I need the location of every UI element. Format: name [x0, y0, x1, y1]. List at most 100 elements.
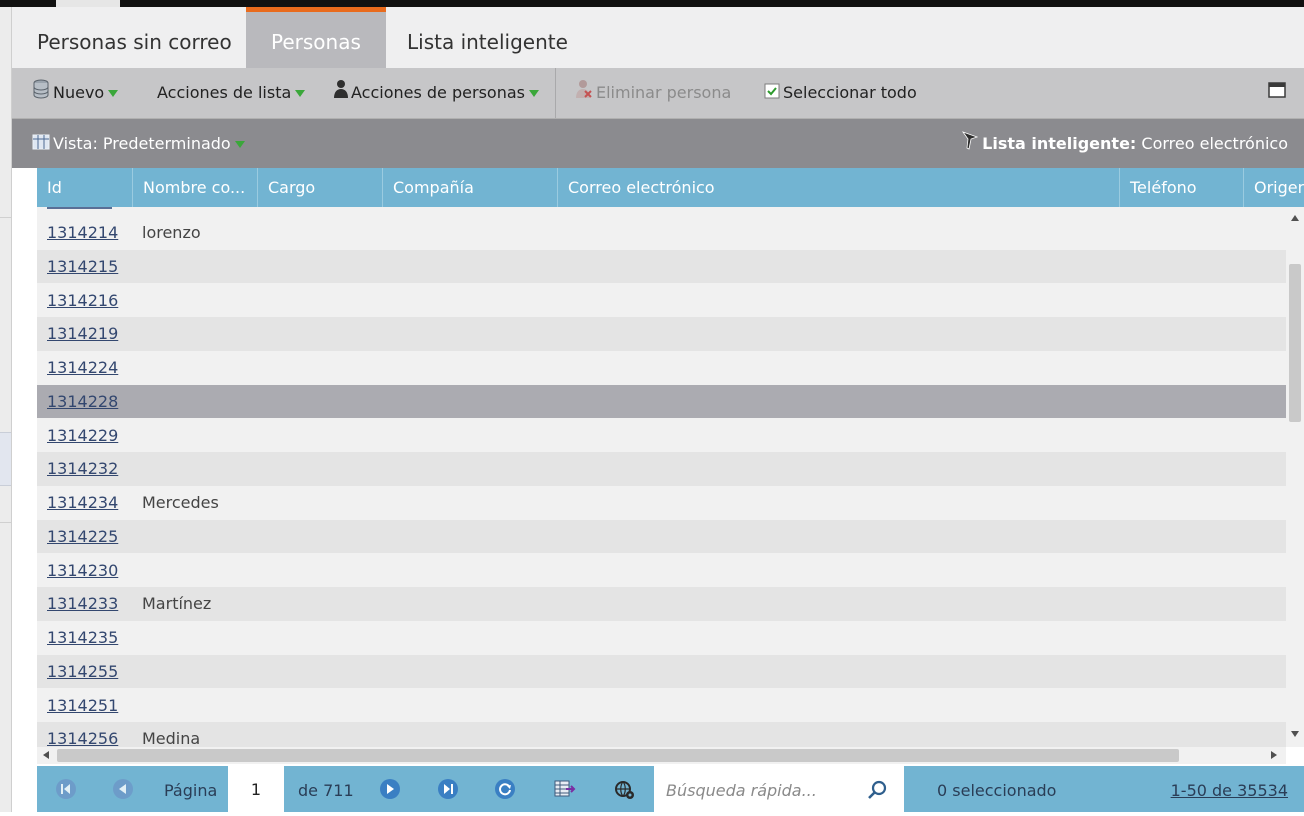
page-number-input[interactable] [228, 766, 284, 812]
column-header-compania[interactable]: Compañía [383, 168, 558, 207]
vertical-scroll-thumb[interactable] [1289, 264, 1301, 422]
left-panel-divider [0, 522, 11, 523]
settings-button[interactable] [614, 779, 634, 799]
tab-personas[interactable]: Personas [246, 7, 386, 68]
row-id-link[interactable]: 1314225 [47, 520, 118, 554]
last-page-button[interactable] [438, 779, 458, 799]
search-icon[interactable] [867, 779, 889, 805]
table-row[interactable]: 1314234 Mercedes [37, 486, 1286, 520]
list-actions-button[interactable]: Acciones de lista [157, 68, 306, 118]
row-id-link[interactable]: 1314229 [47, 419, 118, 453]
table-row[interactable]: 1314230 [37, 553, 1286, 588]
toolbar: Nuevo Acciones de lista Acciones de pers… [12, 68, 1304, 119]
table-row[interactable]: 1314229 [37, 418, 1286, 453]
table-row[interactable]: 1314233 Martínez [37, 587, 1286, 621]
row-id-link[interactable]: 1314234 [47, 486, 118, 520]
table-row[interactable]: 1314225 [37, 519, 1286, 554]
page-total-label: de 711 [298, 781, 354, 800]
table-row[interactable]: 1314251 [37, 688, 1286, 723]
row-id-link[interactable]: 1314224 [47, 351, 118, 385]
table-row[interactable]: 1314216 [37, 283, 1286, 318]
table-row[interactable]: 1314235 [37, 621, 1286, 655]
next-page-button[interactable] [380, 779, 400, 799]
table-row[interactable]: 1314255 [37, 654, 1286, 689]
person-actions-label: Acciones de personas [351, 83, 525, 102]
person-actions-button[interactable]: Acciones de personas [334, 68, 539, 118]
smart-list-prefix: Lista inteligente: [982, 134, 1137, 153]
table-row[interactable]: 1314232 [37, 452, 1286, 486]
gear-globe-icon [615, 781, 634, 799]
row-id-link[interactable]: 1314219 [47, 317, 118, 351]
previous-page-button[interactable] [113, 779, 133, 799]
maximize-button[interactable] [1268, 68, 1289, 118]
row-id-link[interactable]: 1314251 [47, 689, 118, 723]
row-id-link[interactable]: 1314255 [47, 655, 118, 689]
export-table-icon [554, 780, 576, 797]
table-row[interactable]: 1314228 [37, 384, 1286, 419]
horizontal-scroll-thumb[interactable] [57, 749, 1179, 762]
row-id-link[interactable]: 1314232 [47, 452, 118, 486]
new-button-label: Nuevo [53, 83, 105, 102]
table-row[interactable]: 1314224 [37, 351, 1286, 385]
scroll-up-arrow-icon[interactable] [1291, 215, 1299, 221]
previous-page-icon [113, 779, 133, 799]
dropdown-caret-icon [234, 141, 245, 148]
funnel-icon [961, 120, 979, 169]
view-selector[interactable]: Vista: Predeterminado [32, 119, 245, 168]
vertical-scrollbar[interactable] [1286, 207, 1304, 747]
table-row[interactable]: 1314215 [37, 249, 1286, 284]
column-header-cargo[interactable]: Cargo [258, 168, 383, 207]
new-button[interactable]: Nuevo [32, 68, 119, 118]
first-page-button[interactable] [56, 779, 76, 799]
quick-search-input[interactable] [654, 766, 873, 814]
delete-person-icon [575, 69, 593, 119]
row-id-link[interactable]: 1314235 [47, 621, 118, 655]
select-all-button[interactable]: Seleccionar todo [764, 68, 917, 118]
row-id-link[interactable]: 1314230 [47, 554, 118, 588]
left-panel-highlight [0, 432, 11, 486]
record-range-link[interactable]: 1-50 de 35534 [1171, 766, 1288, 812]
column-header-telefono[interactable]: Teléfono [1120, 168, 1244, 207]
refresh-button[interactable] [495, 779, 515, 799]
delete-person-label: Eliminar persona [596, 83, 732, 102]
refresh-icon [495, 779, 515, 799]
next-page-icon [380, 779, 400, 799]
row-id-link[interactable]: 1314214 [47, 216, 118, 250]
selected-count: 0 seleccionado [937, 781, 1057, 800]
scroll-right-arrow-icon[interactable] [1271, 751, 1277, 759]
tab-personas-sin-correo[interactable]: Personas sin correo [12, 7, 257, 68]
row-id-link[interactable]: 1314216 [47, 284, 118, 318]
select-all-label: Seleccionar todo [783, 83, 917, 102]
browser-tab-indicator [56, 0, 120, 7]
row-id-link[interactable]: 1314215 [47, 250, 118, 284]
tab-bar: Personas sin correo Personas Lista intel… [12, 7, 1304, 68]
view-bar: Vista: Predeterminado Lista inteligente:… [12, 119, 1304, 168]
scroll-down-arrow-icon[interactable] [1291, 731, 1299, 737]
column-header-email[interactable]: Correo electrónico [558, 168, 1120, 207]
grid-header: Id Nombre co... Cargo Compañía Correo el… [37, 168, 1304, 207]
person-icon [334, 69, 348, 119]
column-header-origen[interactable]: Origen [1244, 168, 1304, 207]
toolbar-divider [555, 68, 556, 118]
row-name-cell: Martínez [142, 594, 212, 614]
table-row[interactable]: 1314214 lorenzo [37, 216, 1286, 250]
tab-lista-inteligente[interactable]: Lista inteligente [382, 7, 593, 68]
window-top-bar [0, 0, 1304, 7]
row-id-link[interactable]: 1314256 [47, 722, 118, 747]
table-row[interactable]: 1314219 [37, 317, 1286, 351]
column-header-id[interactable]: Id [37, 168, 133, 207]
left-panel-divider [0, 217, 11, 218]
delete-person-button[interactable]: Eliminar persona [575, 68, 731, 118]
first-page-icon [56, 779, 76, 799]
row-id-link[interactable]: 1314228 [47, 385, 118, 419]
table-row[interactable]: 1314256 Medina [37, 722, 1286, 747]
export-button[interactable] [554, 779, 576, 799]
view-label: Vista: Predeterminado [53, 134, 231, 153]
table-view-icon [32, 120, 50, 169]
dropdown-caret-icon [295, 90, 306, 97]
column-header-name[interactable]: Nombre co... [133, 168, 258, 207]
row-name-cell: lorenzo [142, 223, 201, 242]
row-id-link[interactable]: 1314233 [47, 587, 118, 621]
scroll-left-arrow-icon[interactable] [43, 751, 49, 759]
horizontal-scrollbar[interactable] [37, 747, 1286, 764]
